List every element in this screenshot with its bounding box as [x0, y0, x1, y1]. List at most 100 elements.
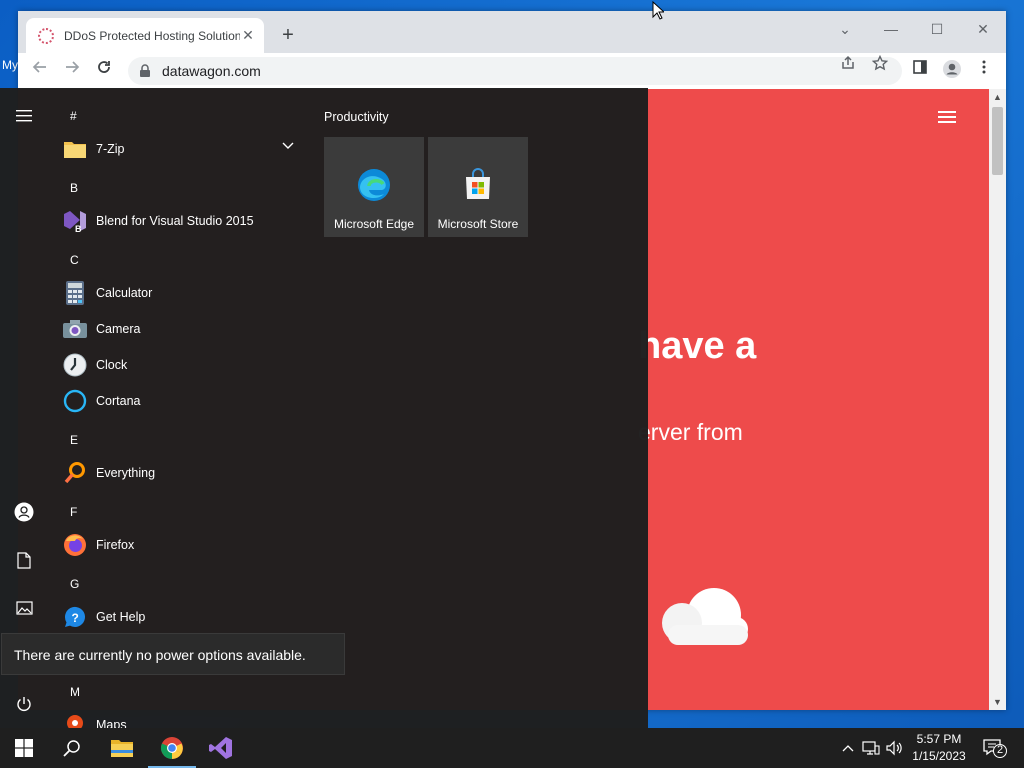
page-menu-icon[interactable] — [938, 111, 956, 123]
section-letter[interactable]: E — [70, 433, 78, 447]
reload-button[interactable] — [92, 59, 116, 83]
tab-title: DDoS Protected Hosting Solution — [64, 28, 240, 43]
clock-icon — [62, 352, 88, 378]
system-clock[interactable]: 5:57 PM 1/15/2023 — [906, 731, 972, 765]
windows-logo-icon — [15, 739, 33, 757]
chrome-taskbar-button[interactable] — [148, 728, 196, 768]
chevron-down-icon[interactable] — [282, 142, 294, 150]
action-center-button[interactable]: 2 — [980, 736, 1010, 760]
search-button[interactable] — [48, 728, 96, 768]
url-text[interactable]: datawagon.com — [162, 63, 261, 79]
magnifier-icon — [62, 460, 88, 486]
app-clock[interactable]: Clock — [62, 348, 302, 382]
documents-icon[interactable] — [12, 548, 36, 572]
maps-icon — [62, 712, 88, 728]
lock-icon[interactable] — [138, 64, 152, 78]
app-name: Blend for Visual Studio 2015 — [96, 214, 254, 228]
notification-count-badge: 2 — [996, 744, 1004, 756]
maximize-button[interactable]: ☐ — [925, 17, 949, 41]
app-firefox[interactable]: Firefox — [62, 528, 302, 562]
profile-avatar-icon[interactable] — [940, 59, 964, 83]
browser-tab-active[interactable]: DDoS Protected Hosting Solution ✕ — [26, 18, 264, 53]
expand-menu-icon[interactable] — [12, 104, 36, 128]
help-icon: ? — [62, 604, 88, 630]
scroll-thumb[interactable] — [992, 107, 1003, 175]
bookmark-star-icon[interactable] — [868, 54, 892, 79]
svg-text:?: ? — [72, 611, 79, 625]
browser-toolbar: datawagon.com — [18, 53, 1006, 89]
cortana-icon — [62, 388, 88, 414]
power-options-tooltip: There are currently no power options ava… — [1, 633, 345, 675]
pictures-icon[interactable] — [12, 596, 36, 620]
tile-group-title[interactable]: Productivity — [324, 110, 389, 124]
start-rail — [0, 88, 48, 728]
section-letter[interactable]: G — [70, 577, 79, 591]
app-7zip[interactable]: 7-Zip — [62, 132, 302, 166]
section-letter[interactable]: # — [70, 109, 77, 123]
back-button[interactable] — [28, 59, 52, 83]
app-name: Maps — [96, 718, 127, 728]
app-camera[interactable]: Camera — [62, 312, 302, 346]
tile-label: Microsoft Edge — [333, 217, 415, 231]
site-favicon-icon — [38, 27, 54, 44]
tab-search-chevron-icon[interactable]: ⌄ — [833, 17, 857, 41]
app-name: Cortana — [96, 394, 141, 408]
scroll-up-icon[interactable]: ▲ — [989, 89, 1006, 105]
address-bar[interactable]: datawagon.com — [128, 57, 902, 85]
firefox-icon — [62, 532, 88, 558]
section-letter[interactable]: F — [70, 505, 77, 519]
close-window-button[interactable]: ✕ — [971, 17, 995, 41]
app-cortana[interactable]: Cortana — [62, 384, 302, 418]
power-icon[interactable] — [12, 692, 36, 716]
minimize-button[interactable]: — — [879, 17, 903, 41]
app-name: Everything — [96, 466, 156, 480]
start-menu: # 7-Zip B B Blend for Visual Studio 2015… — [0, 88, 648, 728]
app-name: Firefox — [96, 538, 135, 552]
section-letter[interactable]: B — [70, 181, 78, 195]
app-get-help[interactable]: ? Get Help — [62, 600, 302, 634]
search-icon — [63, 740, 80, 757]
app-name: 7-Zip — [96, 142, 125, 156]
forward-arrow-icon — [66, 61, 80, 73]
tab-strip: DDoS Protected Hosting Solution ✕ + ⌄ — … — [18, 11, 1006, 53]
share-icon[interactable] — [836, 55, 860, 79]
hero-headline: have a — [638, 325, 757, 367]
blend-icon: B — [62, 208, 88, 234]
side-panel-icon[interactable] — [908, 59, 932, 83]
section-letter[interactable]: M — [70, 685, 80, 699]
network-icon[interactable] — [861, 738, 881, 758]
app-blend[interactable]: B Blend for Visual Studio 2015 — [62, 204, 302, 238]
section-letter[interactable]: C — [70, 253, 79, 267]
clock-date: 1/15/2023 — [912, 749, 966, 763]
start-button[interactable] — [0, 728, 48, 768]
reload-icon — [98, 61, 110, 73]
file-explorer-button[interactable] — [98, 728, 146, 768]
tile-microsoft-store[interactable]: Microsoft Store — [428, 137, 528, 237]
show-hidden-icons-chevron-icon[interactable] — [838, 738, 858, 758]
tile-microsoft-edge[interactable]: Microsoft Edge — [324, 137, 424, 237]
svg-text:B: B — [75, 224, 82, 234]
page-scrollbar[interactable]: ▲ ▼ — [989, 89, 1006, 710]
app-name: Get Help — [96, 610, 146, 624]
app-maps[interactable]: Maps — [62, 708, 302, 728]
folder-icon — [62, 136, 88, 162]
new-tab-button[interactable]: + — [276, 23, 300, 47]
app-name: Camera — [96, 322, 141, 336]
scroll-down-icon[interactable]: ▼ — [989, 694, 1006, 710]
mouse-cursor-icon — [652, 1, 664, 20]
user-account-icon[interactable] — [12, 500, 36, 524]
forward-button[interactable] — [60, 59, 84, 83]
app-calculator[interactable]: Calculator — [62, 276, 302, 310]
volume-icon[interactable] — [884, 738, 904, 758]
notification-icon — [983, 739, 1007, 758]
desktop-icon-label[interactable]: My — [2, 58, 18, 72]
visual-studio-button[interactable] — [197, 728, 245, 768]
taskbar: 5:57 PM 1/15/2023 2 — [0, 728, 1024, 768]
app-everything[interactable]: Everything — [62, 456, 302, 490]
edge-icon — [358, 169, 390, 201]
tab-close-icon[interactable]: ✕ — [240, 27, 256, 44]
app-name: Clock — [96, 358, 128, 372]
more-menu-icon[interactable] — [972, 59, 996, 83]
calculator-icon — [62, 280, 88, 306]
camera-icon — [62, 316, 88, 342]
